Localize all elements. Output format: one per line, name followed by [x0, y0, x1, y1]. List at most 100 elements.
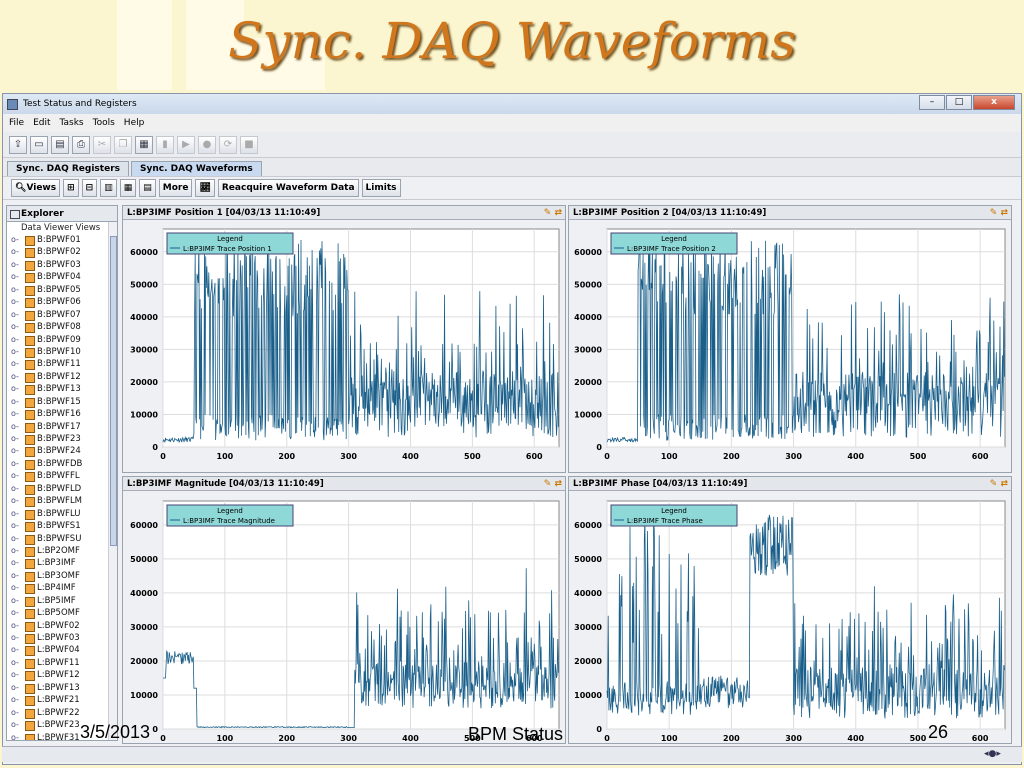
upload-icon[interactable]: ⇪ — [9, 135, 27, 154]
explorer-scrollbar[interactable] — [108, 222, 117, 740]
layout-col-icon[interactable]: ▥ — [100, 179, 117, 197]
panel-icons[interactable]: ✎ ⇄ — [990, 477, 1008, 491]
window-titlebar[interactable]: Test Status and Registers – □ x — [3, 94, 1021, 114]
menu-help[interactable]: Help — [124, 118, 145, 128]
chart-icon[interactable]: 📈︎ — [195, 179, 215, 197]
x-tick-label: 600 — [526, 452, 543, 461]
explorer-item[interactable]: B:BPWF17 — [7, 421, 117, 434]
explorer-item[interactable]: B:BPWF09 — [7, 334, 117, 347]
explorer-item[interactable]: L:BP5IMF — [7, 595, 117, 608]
close-button[interactable]: x — [973, 95, 1015, 110]
layout-grid-icon[interactable]: ▦ — [119, 179, 137, 197]
reacquire-button[interactable]: Reacquire Waveform Data — [217, 179, 359, 197]
explorer-item[interactable]: L:BPWF11 — [7, 657, 117, 670]
explorer-item[interactable]: B:BPWF07 — [7, 309, 117, 322]
explorer-item[interactable]: B:BPWF23 — [7, 433, 117, 446]
panel-title: L:BP3IMF Phase [04/03/13 11:10:49] ✎ ⇄ — [569, 477, 1011, 491]
menubar: File Edit Tasks Tools Help — [3, 114, 1021, 132]
copy-doc-icon[interactable]: ▤ — [51, 135, 69, 154]
explorer-item[interactable]: B:BPWF15 — [7, 396, 117, 409]
menu-file[interactable]: File — [9, 118, 24, 128]
limits-button[interactable]: Limits — [361, 179, 401, 197]
record-icon[interactable]: ● — [198, 135, 216, 154]
more-button[interactable]: More — [158, 179, 193, 197]
x-tick-label: 100 — [217, 452, 234, 461]
copy-icon[interactable]: ❐ — [114, 135, 132, 154]
explorer-item[interactable]: L:BP4IMF — [7, 582, 117, 595]
tab-bar: Sync. DAQ Registers Sync. DAQ Waveforms — [3, 158, 1021, 176]
explorer-item[interactable]: B:BPWF10 — [7, 346, 117, 359]
explorer-item[interactable]: B:BPWFFL — [7, 470, 117, 483]
explorer-item[interactable]: B:BPWF02 — [7, 246, 117, 259]
explorer-item[interactable]: L:BPWF21 — [7, 694, 117, 707]
explorer-item[interactable]: B:BPWF13 — [7, 383, 117, 396]
explorer-item[interactable]: B:BPWF11 — [7, 358, 117, 371]
explorer-item[interactable]: L:BPWF13 — [7, 682, 117, 695]
explorer-item[interactable]: L:BP3IMF — [7, 557, 117, 570]
x-tick-label: 300 — [340, 734, 357, 743]
menu-tools[interactable]: Tools — [93, 118, 115, 128]
explorer-item[interactable]: L:BPWF22 — [7, 707, 117, 720]
explorer-item[interactable]: B:BPWFLD — [7, 483, 117, 496]
explorer-item[interactable]: B:BPWF08 — [7, 321, 117, 334]
x-tick-label: 0 — [604, 734, 610, 743]
explorer-item[interactable]: B:BPWF24 — [7, 445, 117, 458]
y-tick-label: 60000 — [574, 248, 602, 257]
explorer-item[interactable]: B:BPWFS1 — [7, 520, 117, 533]
explorer-item[interactable]: B:BPWFSU — [7, 533, 117, 546]
main-toolbar: ⇪ ▭ ▤ ⎙ ✂ ❐ ▦ ▮ ▶ ● ⟳ ■ — [3, 132, 1021, 158]
refresh-icon[interactable]: ⟳ — [219, 135, 237, 154]
panel-title: L:BP3IMF Position 2 [04/03/13 11:10:49] ✎… — [569, 206, 1011, 220]
explorer-root[interactable]: Data Viewer Views — [7, 222, 117, 234]
explorer-item[interactable]: B:BPWFLM — [7, 495, 117, 508]
layout-3-icon[interactable]: ▤ — [139, 179, 156, 197]
scroll-thumb[interactable] — [110, 236, 117, 546]
layout-4-icon[interactable]: ⊟ — [81, 179, 98, 197]
delete-icon[interactable]: ▮ — [156, 135, 174, 154]
y-tick-label: 40000 — [130, 313, 158, 322]
panel-icons[interactable]: ✎ ⇄ — [544, 206, 562, 220]
explorer-header: Explorer — [7, 206, 117, 222]
stop-icon[interactable]: ■ — [240, 135, 258, 154]
explorer-item[interactable]: B:BPWFLU — [7, 508, 117, 521]
legend-entry: L:BP3IMF Trace Magnitude — [183, 517, 275, 525]
legend-title: Legend — [217, 235, 243, 243]
paste-icon[interactable]: ▦ — [135, 135, 153, 154]
x-tick-label: 600 — [972, 734, 989, 743]
explorer-item[interactable]: B:BPWF06 — [7, 296, 117, 309]
print-preview-icon[interactable]: ▭ — [30, 135, 48, 154]
minimize-button[interactable]: – — [919, 95, 945, 110]
explorer-item[interactable]: L:BPWF12 — [7, 669, 117, 682]
explorer-item[interactable]: L:BPWF03 — [7, 632, 117, 645]
explorer-item[interactable]: L:BP3OMF — [7, 570, 117, 583]
explorer-item[interactable]: B:BPWF05 — [7, 284, 117, 297]
explorer-item[interactable]: L:BP5OMF — [7, 607, 117, 620]
play-icon[interactable]: ▶ — [177, 135, 195, 154]
views-button[interactable]: 🔍︎ Views — [11, 179, 61, 197]
explorer-item[interactable]: B:BPWF04 — [7, 271, 117, 284]
y-tick-label: 60000 — [130, 248, 158, 257]
y-tick-label: 60000 — [574, 521, 602, 530]
panel-icons[interactable]: ✎ ⇄ — [544, 477, 562, 491]
explorer-item[interactable]: B:BPWF01 — [7, 234, 117, 247]
explorer-item[interactable]: B:BPWF03 — [7, 259, 117, 272]
explorer-item[interactable]: L:BP2OMF — [7, 545, 117, 558]
y-tick-label: 10000 — [574, 410, 602, 419]
explorer-item[interactable]: B:BPWFDB — [7, 458, 117, 471]
explorer-item[interactable]: L:BPWF04 — [7, 644, 117, 657]
explorer-item[interactable]: B:BPWF12 — [7, 371, 117, 384]
layout-2-icon[interactable]: ⊞ — [63, 179, 79, 197]
menu-edit[interactable]: Edit — [33, 118, 50, 128]
print-icon[interactable]: ⎙ — [72, 135, 90, 154]
window-title: Test Status and Registers — [23, 99, 137, 109]
tab-sync-daq-waveforms[interactable]: Sync. DAQ Waveforms — [130, 161, 262, 176]
cut-icon[interactable]: ✂ — [93, 135, 111, 154]
panel-icons[interactable]: ✎ ⇄ — [990, 206, 1008, 220]
explorer-item[interactable]: L:BPWF02 — [7, 620, 117, 633]
menu-tasks[interactable]: Tasks — [60, 118, 84, 128]
tab-sync-daq-registers[interactable]: Sync. DAQ Registers — [7, 161, 129, 176]
maximize-button[interactable]: □ — [946, 95, 972, 110]
explorer-item[interactable]: B:BPWF16 — [7, 408, 117, 421]
y-tick-label: 30000 — [574, 623, 602, 632]
slide-title: Sync. DAQ Waveforms — [228, 12, 796, 70]
